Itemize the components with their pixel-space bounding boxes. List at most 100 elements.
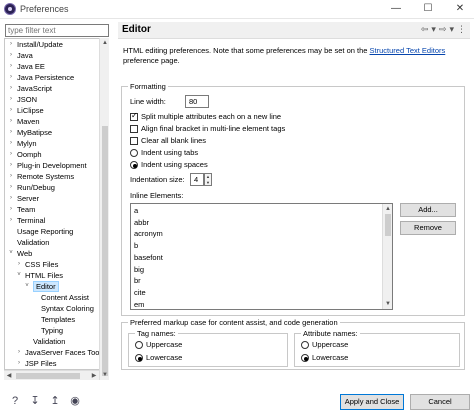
inline-list-scrollbar[interactable]: ▲ ▼ [382, 204, 392, 309]
chevron-right-icon[interactable]: › [15, 259, 23, 270]
chevron-right-icon[interactable]: › [7, 94, 15, 105]
attribute-uppercase-radio[interactable] [301, 341, 309, 349]
add-button[interactable]: Add... [400, 203, 456, 217]
back-arrow-icon[interactable]: ⇦ [421, 24, 429, 35]
chevron-right-icon[interactable]: › [7, 204, 15, 215]
chevron-right-icon[interactable]: › [7, 193, 15, 204]
chevron-right-icon[interactable]: › [7, 50, 15, 61]
tree-item[interactable]: ˅ Editor [5, 281, 99, 292]
forward-arrow-icon[interactable]: ⇨ [439, 24, 447, 35]
tree-item[interactable]: › Team [5, 204, 99, 215]
line-width-input[interactable] [185, 95, 209, 108]
list-item[interactable]: big [134, 264, 144, 275]
tree-item[interactable]: › Terminal [5, 215, 99, 226]
tree-item[interactable]: › JavaServer Faces Tool [5, 347, 99, 358]
tree-item[interactable]: › JSP Files [5, 358, 99, 369]
indent-size-input[interactable] [190, 173, 204, 186]
back-menu-icon[interactable]: ▾ [431, 24, 436, 35]
tree-item[interactable]: Syntax Coloring [5, 303, 99, 314]
export-icon[interactable]: ↥ [48, 394, 62, 408]
tree-item[interactable]: Templates [5, 314, 99, 325]
tree-item[interactable]: › Run/Debug [5, 182, 99, 193]
list-item[interactable]: acronym [134, 228, 163, 239]
indent-size-spinner[interactable]: ▲ ▼ [204, 173, 212, 186]
align-bracket-checkbox[interactable] [130, 125, 138, 133]
scroll-left-icon[interactable]: ◀ [4, 371, 14, 381]
scroll-up-icon[interactable]: ▲ [383, 204, 392, 214]
list-item[interactable]: br [134, 275, 141, 286]
list-item[interactable]: a [134, 205, 138, 216]
chevron-right-icon[interactable]: › [7, 61, 15, 72]
tree-vertical-scrollbar[interactable]: ▲ ▼ [99, 38, 109, 380]
list-item[interactable]: basefont [134, 252, 163, 263]
chevron-right-icon[interactable]: › [7, 116, 15, 127]
list-item[interactable]: cite [134, 287, 146, 298]
chevron-right-icon[interactable]: › [7, 83, 15, 94]
chevron-right-icon[interactable]: › [7, 182, 15, 193]
scroll-right-icon[interactable]: ▶ [89, 371, 99, 381]
tree-item[interactable]: › Install/Update [5, 39, 99, 50]
attribute-lowercase-radio[interactable] [301, 354, 309, 362]
tree-item[interactable]: ˅ HTML Files [5, 270, 99, 281]
tree-item[interactable]: › MyBatipse [5, 127, 99, 138]
chevron-right-icon[interactable]: › [7, 105, 15, 116]
list-item[interactable]: em [134, 299, 144, 309]
tree-item[interactable]: › Mylyn [5, 138, 99, 149]
tree-item[interactable]: Typing [5, 325, 99, 336]
tree-item[interactable]: › Server [5, 193, 99, 204]
tree-item[interactable]: › CSS Files [5, 259, 99, 270]
tree-item[interactable]: Validation [5, 237, 99, 248]
tree-item[interactable]: Content Assist [5, 292, 99, 303]
tree-item[interactable]: › JSON [5, 94, 99, 105]
indent-tabs-radio[interactable] [130, 149, 138, 157]
tree-item[interactable]: Validation [5, 336, 99, 347]
indent-spaces-radio[interactable] [130, 161, 138, 169]
help-icon[interactable]: ? [8, 394, 22, 408]
chevron-right-icon[interactable]: › [7, 138, 15, 149]
tree-item[interactable]: › Remote Systems [5, 171, 99, 182]
tree-item[interactable]: › Java EE [5, 61, 99, 72]
tag-lowercase-radio[interactable] [135, 354, 143, 362]
clear-blank-lines-checkbox[interactable] [130, 137, 138, 145]
chevron-right-icon[interactable]: › [15, 358, 23, 369]
structured-text-editors-link[interactable]: Structured Text Editors [370, 46, 446, 55]
forward-menu-icon[interactable]: ▾ [449, 24, 454, 35]
inline-elements-list[interactable]: ▲ ▼ a abbr acronym b basefont big br cite em [130, 203, 393, 310]
tree-item[interactable]: › Oomph [5, 149, 99, 160]
tree-item[interactable]: › Java [5, 50, 99, 61]
scroll-thumb[interactable] [385, 214, 391, 236]
chevron-right-icon[interactable]: › [7, 160, 15, 171]
scroll-down-icon[interactable]: ▼ [100, 370, 110, 380]
chevron-down-icon[interactable]: ˅ [23, 281, 31, 292]
tree-item[interactable]: › LiClipse [5, 105, 99, 116]
remove-button[interactable]: Remove [400, 221, 456, 235]
tree-item[interactable]: ˅ Web [5, 248, 99, 259]
tree-item[interactable]: Usage Reporting [5, 226, 99, 237]
tree-item[interactable]: › Plug-in Development [5, 160, 99, 171]
tree-item[interactable]: › Java Persistence [5, 72, 99, 83]
view-menu-icon[interactable]: ⋮ [457, 24, 466, 35]
chevron-right-icon[interactable]: › [15, 347, 23, 358]
scroll-thumb[interactable] [102, 126, 108, 376]
scroll-up-icon[interactable]: ▲ [100, 38, 110, 48]
chevron-right-icon[interactable]: › [7, 127, 15, 138]
scroll-down-icon[interactable]: ▼ [383, 299, 392, 309]
cancel-button[interactable]: Cancel [410, 394, 470, 410]
tree-item[interactable]: › Maven [5, 116, 99, 127]
list-item[interactable]: abbr [134, 217, 149, 228]
chevron-down-icon[interactable]: ˅ [7, 248, 15, 259]
close-button[interactable]: ✕ [450, 2, 470, 16]
apply-and-close-button[interactable]: Apply and Close [340, 394, 404, 410]
chevron-down-icon[interactable]: ˅ [15, 270, 23, 281]
chevron-right-icon[interactable]: › [7, 171, 15, 182]
tree-horizontal-scrollbar[interactable]: ◀ ▶ [4, 370, 99, 380]
preferences-icon[interactable]: ◉ [68, 394, 82, 408]
chevron-right-icon[interactable]: › [7, 39, 15, 50]
tag-uppercase-radio[interactable] [135, 341, 143, 349]
split-attributes-checkbox[interactable] [130, 111, 138, 121]
filter-input[interactable] [5, 24, 109, 37]
chevron-right-icon[interactable]: › [7, 215, 15, 226]
spinner-down-icon[interactable]: ▼ [205, 180, 211, 186]
chevron-right-icon[interactable]: › [7, 149, 15, 160]
scroll-thumb[interactable] [16, 373, 80, 379]
